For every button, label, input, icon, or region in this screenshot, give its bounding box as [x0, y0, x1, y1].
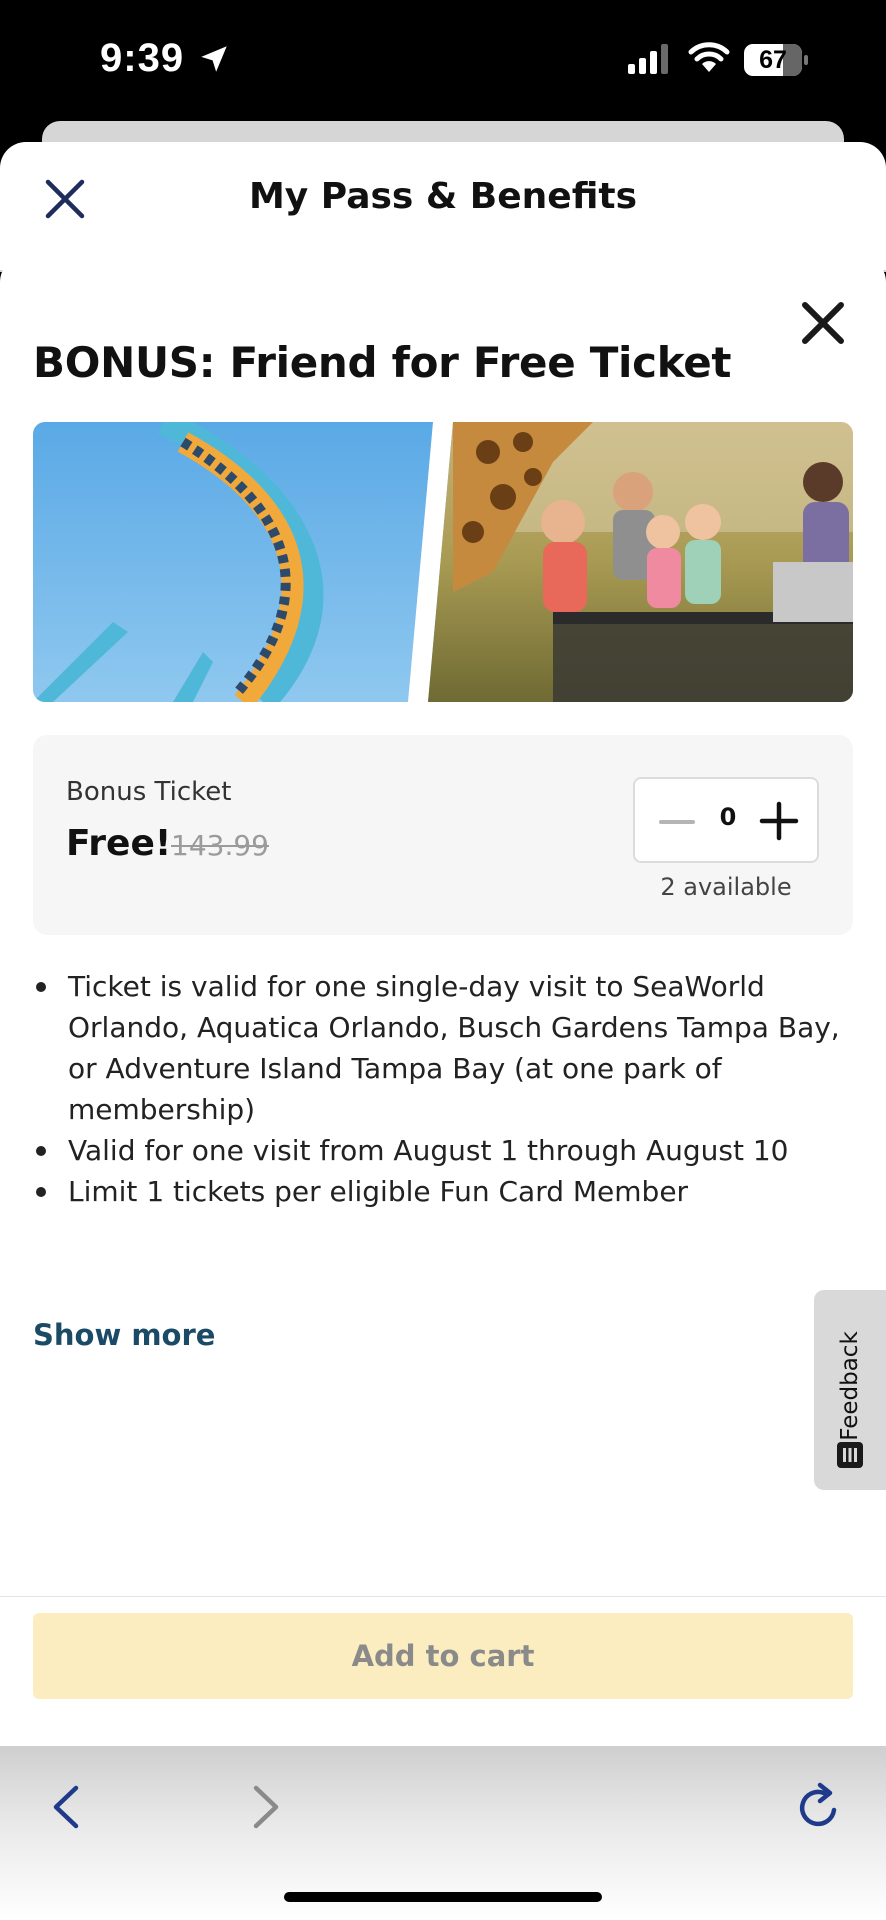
- browser-toolbar: [0, 1746, 886, 1920]
- sheet-title: My Pass & Benefits: [248, 176, 638, 217]
- home-indicator: [284, 1892, 602, 1902]
- wifi-icon: [688, 42, 730, 72]
- battery-level: 67: [759, 46, 787, 74]
- hero-image: [33, 422, 853, 702]
- location-arrow-icon: [201, 46, 227, 72]
- list-item: Limit 1 tickets per eligible Fun Card Me…: [33, 1171, 853, 1212]
- add-to-cart-button[interactable]: Add to cart: [33, 1613, 853, 1699]
- feedback-icon: [837, 1442, 863, 1468]
- ticket-original-price: 143.99: [171, 829, 269, 862]
- ticket-price: Free!: [66, 823, 172, 864]
- list-item: Ticket is valid for one single-day visit…: [33, 966, 853, 1130]
- status-bar: 9:39 67: [0, 0, 886, 120]
- cellular-signal-icon: [628, 44, 668, 74]
- feedback-tab[interactable]: Feedback: [814, 1290, 886, 1490]
- cart-bar: Add to cart: [0, 1596, 886, 1746]
- reload-icon[interactable]: [794, 1780, 844, 1834]
- quantity-stepper: 0: [633, 777, 819, 863]
- ticket-terms-list: Ticket is valid for one single-day visit…: [33, 966, 853, 1212]
- modal-close-icon[interactable]: [800, 300, 846, 346]
- list-item: Valid for one visit from August 1 throug…: [33, 1130, 853, 1171]
- ticket-card: Bonus Ticket Free! 143.99 0 2 available: [33, 735, 853, 935]
- ticket-label: Bonus Ticket: [66, 777, 232, 807]
- availability-text: 2 available: [660, 873, 792, 901]
- battery-indicator: 67: [744, 44, 808, 76]
- status-time: 9:39: [100, 36, 185, 80]
- plus-icon[interactable]: [759, 801, 799, 841]
- chevron-right-icon[interactable]: [246, 1782, 286, 1832]
- modal-title: BONUS: Friend for Free Ticket: [33, 338, 732, 387]
- show-more-link[interactable]: Show more: [33, 1318, 215, 1352]
- feedback-label: Feedback: [837, 1331, 863, 1441]
- chevron-left-icon[interactable]: [46, 1782, 86, 1832]
